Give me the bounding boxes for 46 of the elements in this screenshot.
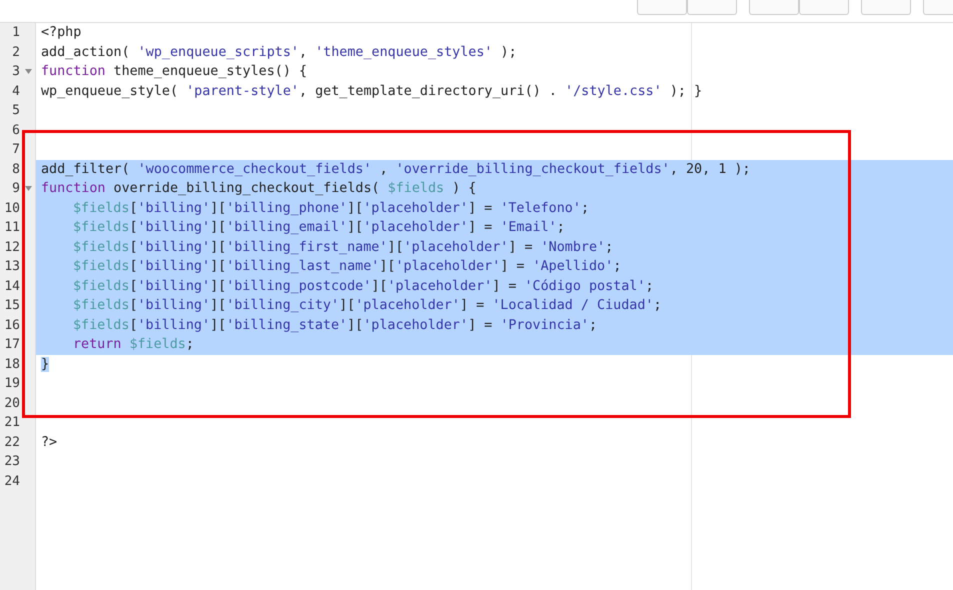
line-number: 4 xyxy=(11,84,20,99)
toolbar-button[interactable] xyxy=(637,0,687,15)
code-line: $fields['billing']['billing_state']['placeholder'] = 'Provincia'; xyxy=(72,318,598,333)
code-line: <?php xyxy=(41,25,82,40)
toolbar-button[interactable] xyxy=(687,0,737,15)
line-number: 5 xyxy=(11,103,20,118)
line-number: 3 xyxy=(11,64,20,80)
line-number: 19 xyxy=(3,376,20,392)
line-number: 18 xyxy=(3,356,20,372)
line-number: 8 xyxy=(11,162,20,177)
code-line: $fields['billing']['billing_first_name']['placeholder'] = 'Nombre'; xyxy=(72,240,614,255)
line-number: 22 xyxy=(3,434,20,450)
line-number: 9 xyxy=(11,181,20,196)
fold-arrow-icon[interactable] xyxy=(25,69,32,74)
code-line: function override_billing_checkout_fields( $fields ) { xyxy=(41,181,476,196)
code-line: $fields['billing']['billing_email']['placeholder'] = 'Email'; xyxy=(72,220,565,236)
fold-arrow-icon[interactable] xyxy=(25,186,32,192)
code-line: $fields['billing']['billing_last_name']['placeholder'] = 'Apellido'; xyxy=(72,259,622,274)
code-line: $fields['billing']['billing_postcode']['placeholder'] = 'Código postal'; xyxy=(72,278,654,294)
line-number: 12 xyxy=(3,240,20,255)
line-number: 14 xyxy=(3,278,20,294)
code-line: $fields['billing']['billing_city']['placeholder'] = 'Localidad / Ciudad'; xyxy=(72,298,662,314)
code-line: return $fields; xyxy=(72,337,194,352)
line-number: 13 xyxy=(3,259,20,274)
line-number: 11 xyxy=(3,220,20,236)
line-number: 24 xyxy=(3,474,20,489)
line-number: 7 xyxy=(11,142,20,158)
line-number: 15 xyxy=(3,298,20,314)
code-line: wp_enqueue_style( 'parent-style', get_template_directory_uri() . '/style.css' ); } xyxy=(41,84,702,99)
line-number: 16 xyxy=(3,318,20,333)
code-line: ?> xyxy=(41,434,58,450)
toolbar-button[interactable] xyxy=(749,0,799,15)
line-number: 1 xyxy=(11,25,20,40)
line-number: 20 xyxy=(3,396,20,411)
code-line: add_action( 'wp_enqueue_scripts', 'theme_enqueue_styles' ); xyxy=(41,44,517,60)
toolbar-button[interactable] xyxy=(861,0,911,15)
code-line: add_filter( 'woocommerce_checkout_fields' , 'override_billing_checkout_fields', 20, 1 ); xyxy=(41,162,750,177)
code-line: function theme_enqueue_styles() { xyxy=(41,64,308,80)
code-line: $fields['billing']['billing_phone']['placeholder'] = 'Telefono'; xyxy=(72,200,589,216)
toolbar-button[interactable] xyxy=(799,0,849,15)
line-number: 17 xyxy=(3,337,20,352)
line-number: 6 xyxy=(11,122,20,138)
line-number: 10 xyxy=(3,200,20,216)
line-number: 2 xyxy=(11,44,20,60)
line-number: 23 xyxy=(3,454,20,470)
line-number: 21 xyxy=(3,415,20,430)
